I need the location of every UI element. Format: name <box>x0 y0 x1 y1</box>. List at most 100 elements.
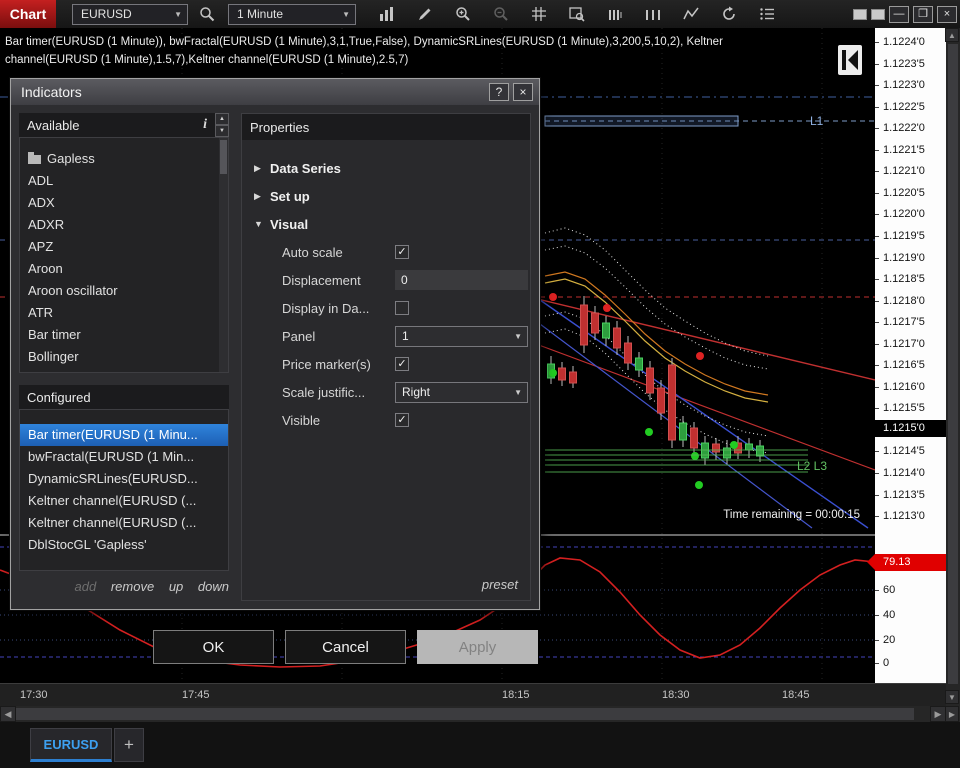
horizontal-scroll-thumb[interactable] <box>16 708 914 720</box>
interval-selector[interactable]: 1 Minute ▼ <box>228 3 356 25</box>
checkbox-checked[interactable]: ✓ <box>395 413 409 427</box>
maximize-button[interactable]: ❐ <box>913 5 933 23</box>
info-icon[interactable]: i <box>203 117 207 133</box>
scroll-corner-icon[interactable]: ▶ <box>945 706 959 722</box>
price-scale-label: 1.1214'0 <box>875 466 946 480</box>
scroll-down-icon[interactable]: ▼ <box>945 690 959 704</box>
pencil-icon[interactable] <box>416 5 434 23</box>
dialog-title: Indicators <box>21 84 82 100</box>
grid-icon[interactable] <box>530 5 548 23</box>
refresh-icon[interactable] <box>720 5 738 23</box>
configured-item[interactable]: Keltner channel(EURUSD (... <box>20 490 228 512</box>
price-scale-label: 1.1222'0 <box>875 121 946 135</box>
indicator-summary-line2: channel(EURUSD (1 Minute),1.5,7),Keltner… <box>5 54 409 66</box>
property-row: Auto scale ✓ <box>242 238 530 266</box>
chevron-expanded-icon: ▼ <box>254 219 263 229</box>
time-axis-label: 17:30 <box>20 689 48 701</box>
checkbox-checked[interactable]: ✓ <box>395 245 409 259</box>
interval-value: 1 Minute <box>237 7 284 21</box>
price-scale-label: 1.1214'5 <box>875 444 946 458</box>
bar-chart-icon[interactable] <box>378 5 396 23</box>
preset-link[interactable]: preset <box>482 577 518 592</box>
configured-item[interactable]: Keltner channel(EURUSD (... <box>20 512 228 534</box>
checkbox-unchecked[interactable] <box>395 301 409 315</box>
dialog-close-button[interactable]: × <box>513 83 533 101</box>
configured-indicators-list[interactable]: Bar timer(EURUSD (1 Minu... bwFractal(EUR… <box>19 409 229 571</box>
window-controls: — ❐ × <box>853 5 960 23</box>
price-scale-label: 1.1217'0 <box>875 337 946 351</box>
available-item[interactable]: APZ <box>20 236 228 258</box>
configured-item[interactable]: DblStocGL 'Gapless' <box>20 534 228 556</box>
property-group-visual[interactable]: ▼ Visual <box>242 210 530 238</box>
property-row: Price marker(s) ✓ <box>242 350 530 378</box>
down-link[interactable]: down <box>198 579 229 594</box>
horizontal-scrollbar[interactable]: ◀ ▶ <box>0 706 946 722</box>
dialog-buttons: OK Cancel Apply <box>0 630 960 664</box>
workspace-icon[interactable] <box>871 8 885 20</box>
dropdown-value: 1 <box>402 329 409 343</box>
scroll-right-icon[interactable]: ▶ <box>930 706 946 722</box>
list-icon[interactable] <box>758 5 776 23</box>
time-axis-label: 18:15 <box>502 689 530 701</box>
jump-to-start-icon[interactable] <box>838 45 862 80</box>
remove-link[interactable]: remove <box>111 579 154 594</box>
time-axis[interactable]: 17:30 17:45 18:15 18:30 18:45 <box>0 683 946 706</box>
scroll-up-icon[interactable]: ▲ <box>945 28 959 42</box>
bar-spacing-decrease-icon[interactable] <box>606 5 624 23</box>
configured-item[interactable]: DynamicSRLines(EURUSD... <box>20 468 228 490</box>
zigzag-icon[interactable] <box>682 5 700 23</box>
vertical-scroll-thumb[interactable] <box>948 44 958 684</box>
available-item[interactable]: Gapless <box>20 148 228 170</box>
available-indicators-list[interactable]: Gapless ADL ADX ADXR APZ Aroon Aroon oscillato… <box>19 137 229 373</box>
dropdown-select[interactable]: Right ▼ <box>395 381 528 403</box>
chevron-down-icon: ▼ <box>174 9 182 19</box>
dialog-title-bar[interactable]: Indicators ? × <box>11 79 539 105</box>
add-tab-button[interactable]: + <box>114 728 144 762</box>
vertical-scrollbar[interactable]: ▲ ▼ ▶ <box>945 28 960 722</box>
property-label: Price marker(s) <box>282 356 371 372</box>
price-scale[interactable]: 1.1224'0 1.1223'5 1.1223'0 1.1222'5 1.1222'0… <box>867 28 946 683</box>
apply-button[interactable]: Apply <box>417 630 538 664</box>
zoom-in-icon[interactable] <box>454 5 472 23</box>
zoom-out-icon[interactable] <box>492 5 510 23</box>
available-item[interactable]: ADXR <box>20 214 228 236</box>
dropdown-select[interactable]: 1 ▼ <box>395 325 528 347</box>
chevron-down-icon: ▼ <box>514 387 522 397</box>
property-group-data-series[interactable]: ▶ Data Series <box>242 154 530 182</box>
configured-header: Configured <box>19 385 229 409</box>
configured-item[interactable]: Bar timer(EURUSD (1 Minu... <box>20 424 228 446</box>
available-item-label: ADX <box>28 195 55 210</box>
available-item[interactable]: ADX <box>20 192 228 214</box>
spinner-up-icon[interactable]: ▲ <box>215 113 229 125</box>
up-link[interactable]: up <box>169 579 183 594</box>
current-price-badge: 1.1215'0 <box>867 420 946 437</box>
available-item[interactable]: Bollinger <box>20 346 228 368</box>
available-list-scroll-thumb[interactable] <box>220 140 227 174</box>
minimize-button[interactable]: — <box>889 5 909 23</box>
scroll-left-icon[interactable]: ◀ <box>0 706 16 722</box>
workspace-icon[interactable] <box>853 8 867 20</box>
close-button[interactable]: × <box>937 5 957 23</box>
text-input[interactable]: 0 <box>395 270 528 290</box>
available-item-label: ATR <box>28 305 54 320</box>
chart-inspect-icon[interactable] <box>568 5 586 23</box>
search-icon[interactable] <box>198 5 216 23</box>
available-item[interactable]: Aroon oscillator <box>20 280 228 302</box>
available-item[interactable]: ADL <box>20 170 228 192</box>
help-button[interactable]: ? <box>489 83 509 101</box>
spinner-down-icon[interactable]: ▼ <box>215 125 229 137</box>
ok-button[interactable]: OK <box>153 630 274 664</box>
available-item-label: APZ <box>28 239 54 254</box>
available-item[interactable]: Bar timer <box>20 324 228 346</box>
bar-spacing-increase-icon[interactable] <box>644 5 662 23</box>
property-group-set-up[interactable]: ▶ Set up <box>242 182 530 210</box>
tab-eurusd[interactable]: EURUSD <box>30 728 112 762</box>
available-list-scrollbar[interactable] <box>219 138 228 372</box>
available-item[interactable]: Aroon <box>20 258 228 280</box>
configured-item[interactable]: bwFractal(EURUSD (1 Min... <box>20 446 228 468</box>
cancel-button[interactable]: Cancel <box>285 630 406 664</box>
add-link[interactable]: add <box>75 579 97 594</box>
instrument-selector[interactable]: EURUSD ▼ <box>72 3 188 25</box>
checkbox-checked[interactable]: ✓ <box>395 357 409 371</box>
available-item[interactable]: ATR <box>20 302 228 324</box>
